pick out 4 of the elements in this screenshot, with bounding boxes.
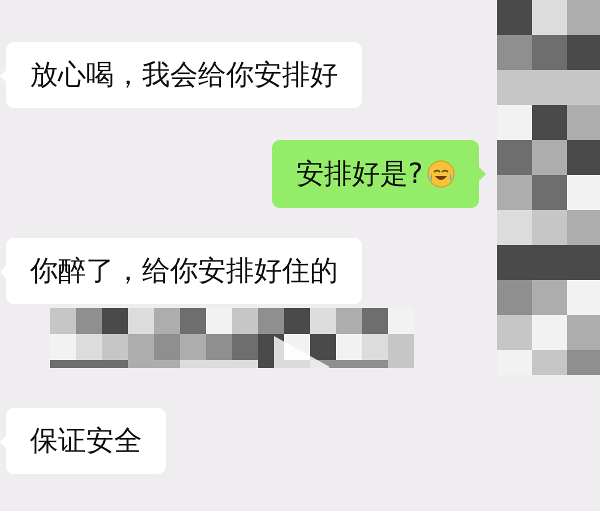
message-bubble: 保证安全 — [6, 408, 166, 474]
message-text: 安排好是? — [296, 157, 423, 191]
message-bubble: 放心喝，我会给你安排好 — [6, 42, 362, 108]
message-bubble: 你醉了，给你安排好住的 — [6, 238, 362, 304]
